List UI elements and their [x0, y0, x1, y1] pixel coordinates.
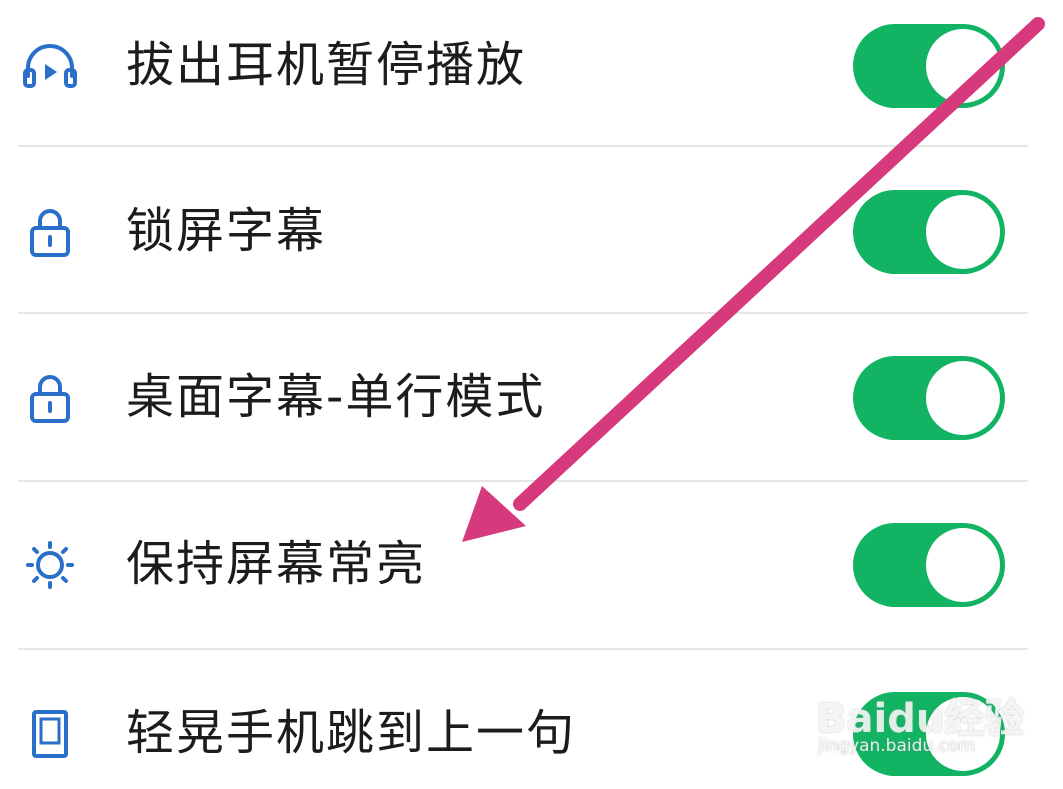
setting-row-shake-previous-sentence[interactable]: 轻晃手机跳到上一句: [0, 684, 1063, 784]
divider: [18, 312, 1028, 314]
setting-row-lockscreen-subtitles[interactable]: 锁屏字幕: [0, 182, 1063, 282]
headphones-play-icon: [20, 40, 80, 92]
lock-icon: [20, 206, 80, 258]
setting-label: 拔出耳机暂停播放: [126, 37, 527, 93]
divider: [18, 480, 1028, 482]
toggle-knob: [926, 528, 1000, 602]
sun-icon: [20, 539, 80, 591]
setting-label: 保持屏幕常亮: [126, 536, 427, 592]
toggle-knob: [926, 195, 1000, 269]
setting-label: 锁屏字幕: [126, 203, 327, 259]
toggle-knob: [926, 361, 1000, 435]
lockscreen-subtitles-toggle[interactable]: [853, 190, 1005, 274]
divider: [18, 145, 1028, 147]
setting-row-pause-on-unplug[interactable]: 拔出耳机暂停播放: [0, 16, 1063, 116]
setting-row-desktop-subtitles-single-line[interactable]: 桌面字幕-单行模式: [0, 348, 1063, 448]
setting-label: 桌面字幕-单行模式: [126, 369, 546, 425]
keep-screen-on-toggle[interactable]: [853, 523, 1005, 607]
toggle-knob: [926, 29, 1000, 103]
divider: [18, 648, 1028, 650]
setting-row-keep-screen-on[interactable]: 保持屏幕常亮: [0, 515, 1063, 615]
lock-icon: [20, 372, 80, 424]
setting-label: 轻晃手机跳到上一句: [126, 705, 577, 761]
phone-frame-icon: [20, 708, 80, 760]
toggle-knob: [926, 697, 1000, 771]
shake-previous-toggle[interactable]: [853, 692, 1005, 776]
desktop-subtitles-toggle[interactable]: [853, 356, 1005, 440]
pause-on-unplug-toggle[interactable]: [853, 24, 1005, 108]
settings-screen: 拔出耳机暂停播放 锁屏字幕 桌面字幕-单行模式 保持屏幕常亮 轻晃手机跳到上一句…: [0, 0, 1063, 789]
